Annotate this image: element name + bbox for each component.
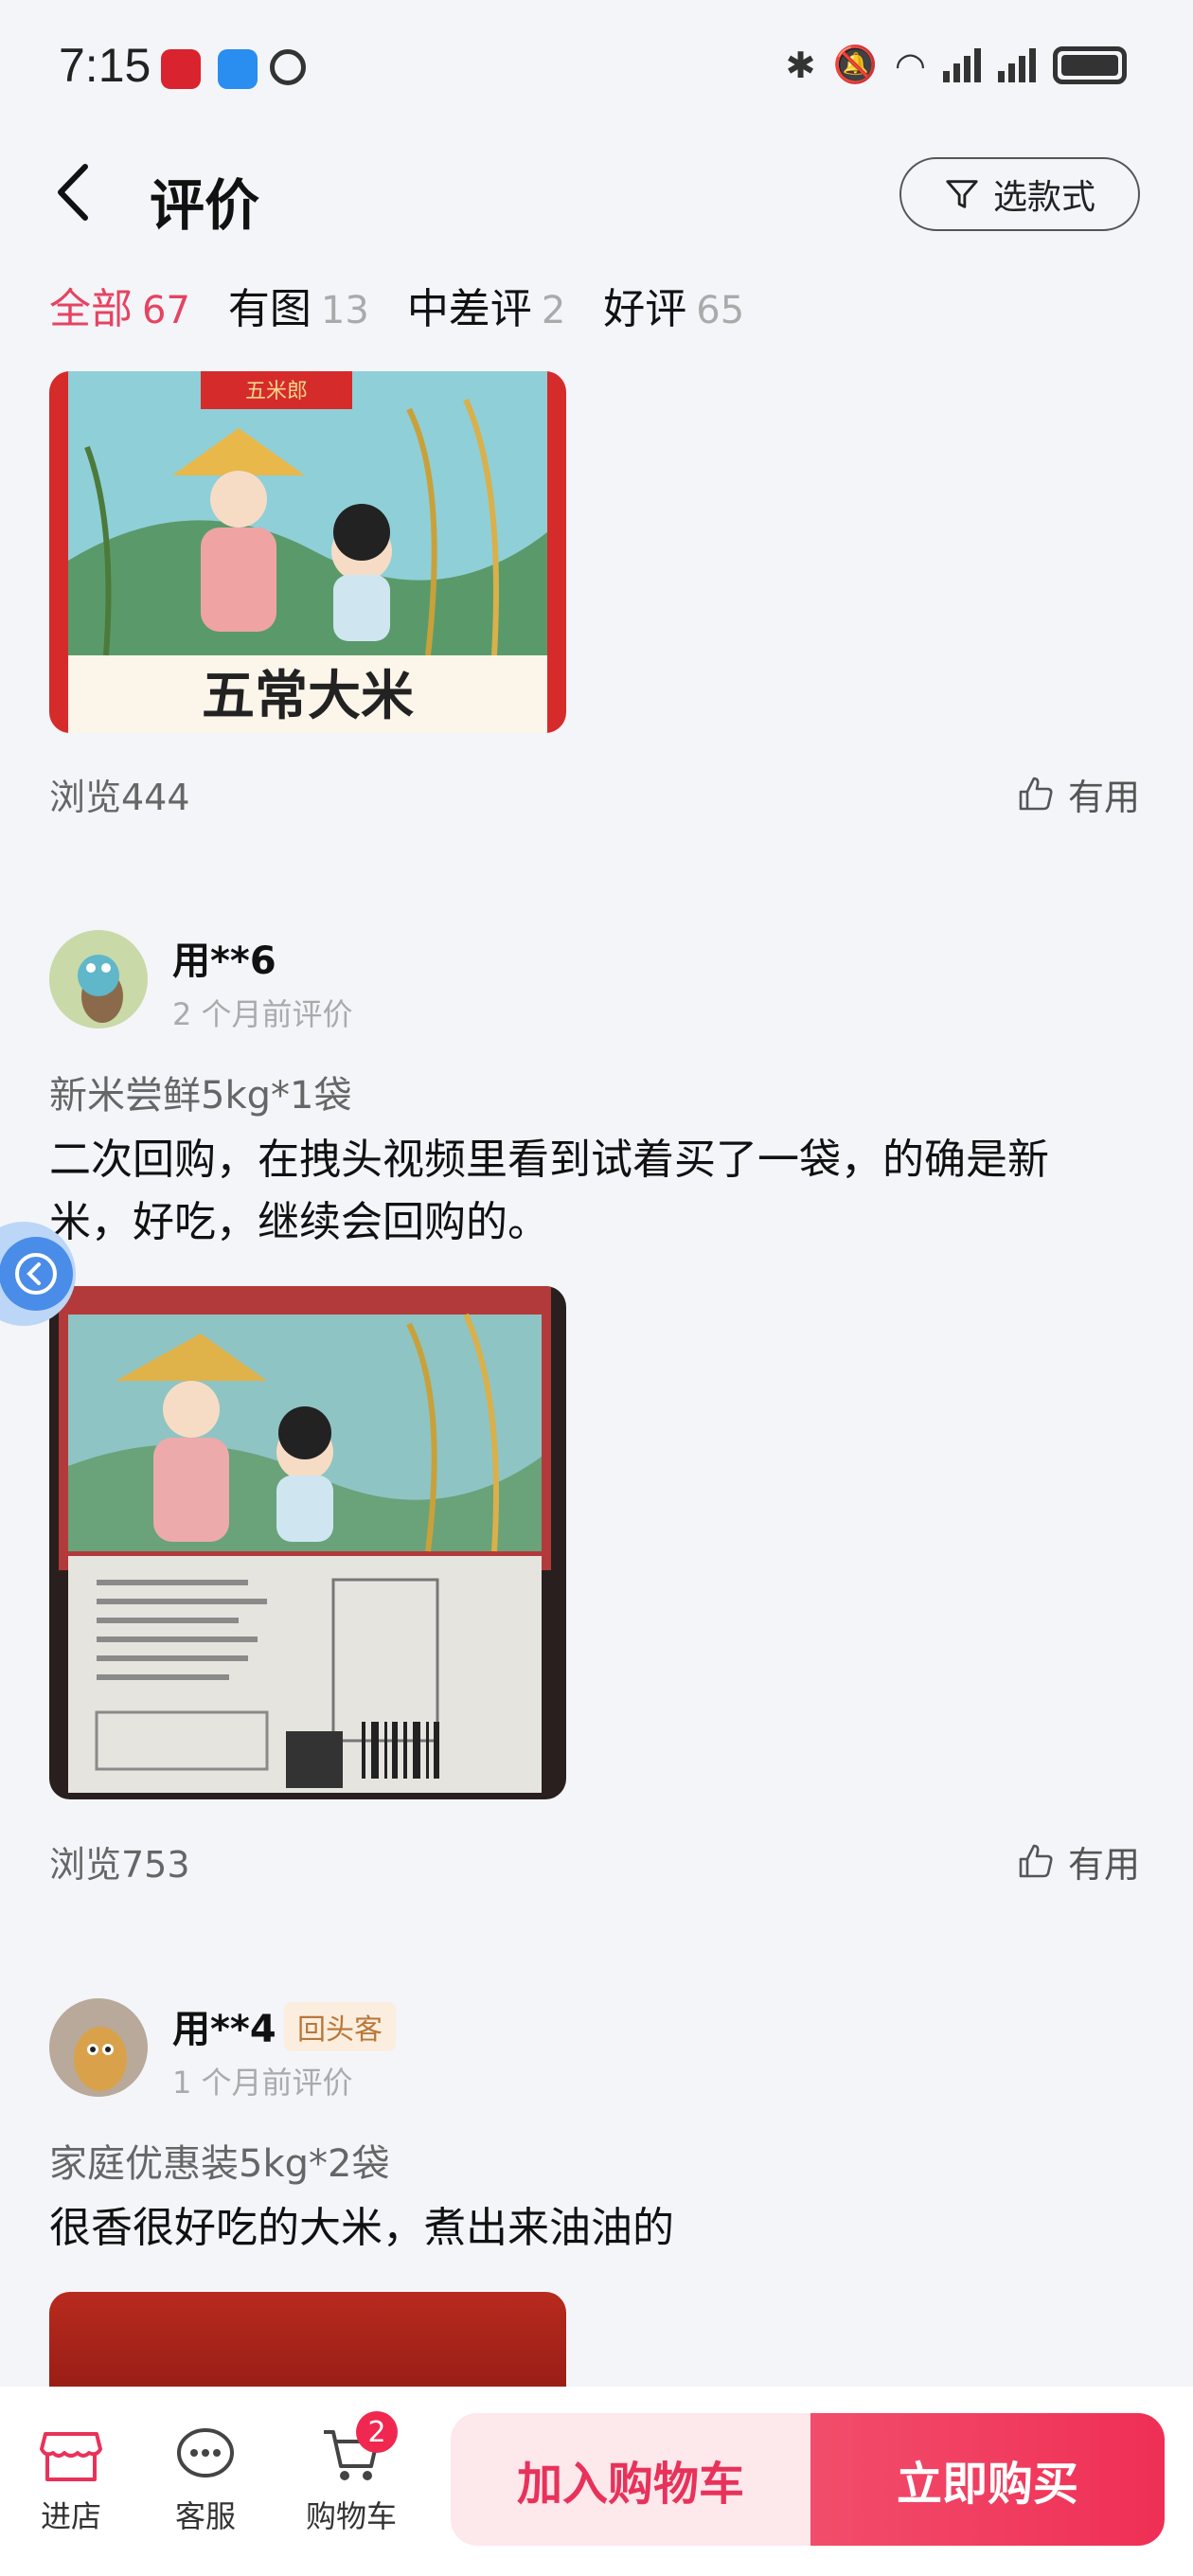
status-time: 7:15 (59, 39, 151, 92)
weather-app-icon (218, 49, 258, 89)
collapse-icon (0, 1237, 73, 1311)
bluetooth-icon: ✱ (785, 44, 816, 86)
review-username: 用**6 (172, 939, 276, 983)
review-image[interactable]: 五米郎 五常大米 (49, 371, 566, 733)
header: 评价 选款式 (0, 142, 1193, 246)
thumbs-up-icon (1019, 1844, 1053, 1878)
avatar[interactable] (49, 1998, 148, 2097)
wifi-icon: ◠ (894, 44, 926, 86)
avatar[interactable] (49, 930, 148, 1029)
store-button[interactable]: 进店 (19, 2424, 123, 2536)
signal-icon-2 (998, 47, 1036, 82)
chat-icon (177, 2428, 234, 2478)
tab-label: 好评 (603, 285, 687, 333)
customer-service-button[interactable]: 客服 (153, 2424, 258, 2536)
bottom-action-bar: 进店 客服 购物车 2 加入购物车 立即购买 (0, 2387, 1193, 2576)
review-variant: 新米尝鲜5kg*1袋 (49, 1074, 352, 1118)
review-meta-row: 浏览753 有用 (49, 1833, 1140, 1889)
filter-icon (946, 180, 978, 208)
tab-count: 67 (142, 289, 190, 332)
signal-icon (943, 47, 981, 82)
review-meta-row: 浏览444 有用 (49, 765, 1140, 822)
rice-package-image: 五米郎 五常大米 (49, 371, 566, 733)
thumbs-up-icon (1019, 777, 1053, 811)
tab-all[interactable]: 全部 67 (49, 275, 190, 335)
store-label: 进店 (40, 2498, 101, 2534)
tab-label: 有图 (227, 285, 312, 333)
image-caption-text: 五常大米 (202, 665, 414, 727)
select-style-label: 选款式 (992, 178, 1095, 217)
useful-label: 有用 (1067, 1843, 1140, 1886)
back-arrow-icon (58, 164, 88, 221)
review-tabs: 全部 67 有图 13 中差评 2 好评 65 (49, 275, 744, 335)
status-icons: ✱ 🔕 ◠ (786, 44, 1127, 86)
rice-package-photo (49, 1286, 566, 1799)
status-bar: 7:15 ✱ 🔕 ◠ (0, 0, 1193, 133)
view-count: 浏览444 (49, 776, 190, 818)
review-date: 1 个月前评价 (172, 2065, 353, 2101)
useful-label: 有用 (1067, 776, 1140, 818)
tab-count: 13 (320, 289, 369, 332)
avatar-image (49, 1998, 148, 2097)
cart-count-badge: 2 (356, 2411, 398, 2453)
alarm-icon (270, 49, 306, 85)
tab-count: 65 (696, 289, 745, 332)
mute-icon: 🔕 (832, 44, 878, 85)
review-username: 用**4 (172, 2008, 276, 2051)
useful-button[interactable]: 有用 (1017, 1835, 1140, 1887)
tab-label: 中差评 (406, 285, 532, 333)
image-brand-text: 五米郎 (245, 380, 308, 403)
cart-label: 购物车 (305, 2498, 397, 2534)
review-text: 二次回购，在拽头视频里看到试着买了一袋，的确是新米，好吃，继续会回购的。 (49, 1136, 1049, 1246)
review-image[interactable] (49, 2292, 566, 2387)
review-text: 很香很好吃的大米，煮出来油油的 (49, 2204, 674, 2252)
add-to-cart-button[interactable]: 加入购物车 (451, 2413, 810, 2546)
tab-negative[interactable]: 中差评 2 (407, 275, 565, 335)
tmall-app-icon (161, 49, 201, 89)
review-image[interactable] (49, 1286, 566, 1799)
tab-count: 2 (541, 289, 566, 332)
cart-button[interactable]: 购物车 2 (299, 2411, 403, 2536)
buy-now-button[interactable]: 立即购买 (810, 2413, 1165, 2546)
tab-with-images[interactable]: 有图 13 (228, 275, 369, 335)
back-button[interactable] (47, 159, 114, 235)
view-count: 浏览753 (49, 1843, 190, 1886)
useful-button[interactable]: 有用 (1017, 768, 1140, 820)
service-label: 客服 (174, 2498, 236, 2534)
returning-customer-badge: 回头客 (284, 2002, 396, 2051)
review-variant: 家庭优惠装5kg*2袋 (49, 2142, 390, 2186)
avatar-image (49, 930, 148, 1029)
store-icon (40, 2432, 102, 2481)
page-title: 评价 (150, 173, 260, 238)
tab-positive[interactable]: 好评 65 (603, 275, 744, 335)
select-style-button[interactable]: 选款式 (899, 157, 1140, 231)
tab-label: 全部 (49, 285, 133, 333)
review-date: 2 个月前评价 (172, 996, 353, 1032)
battery-icon (1053, 45, 1127, 84)
